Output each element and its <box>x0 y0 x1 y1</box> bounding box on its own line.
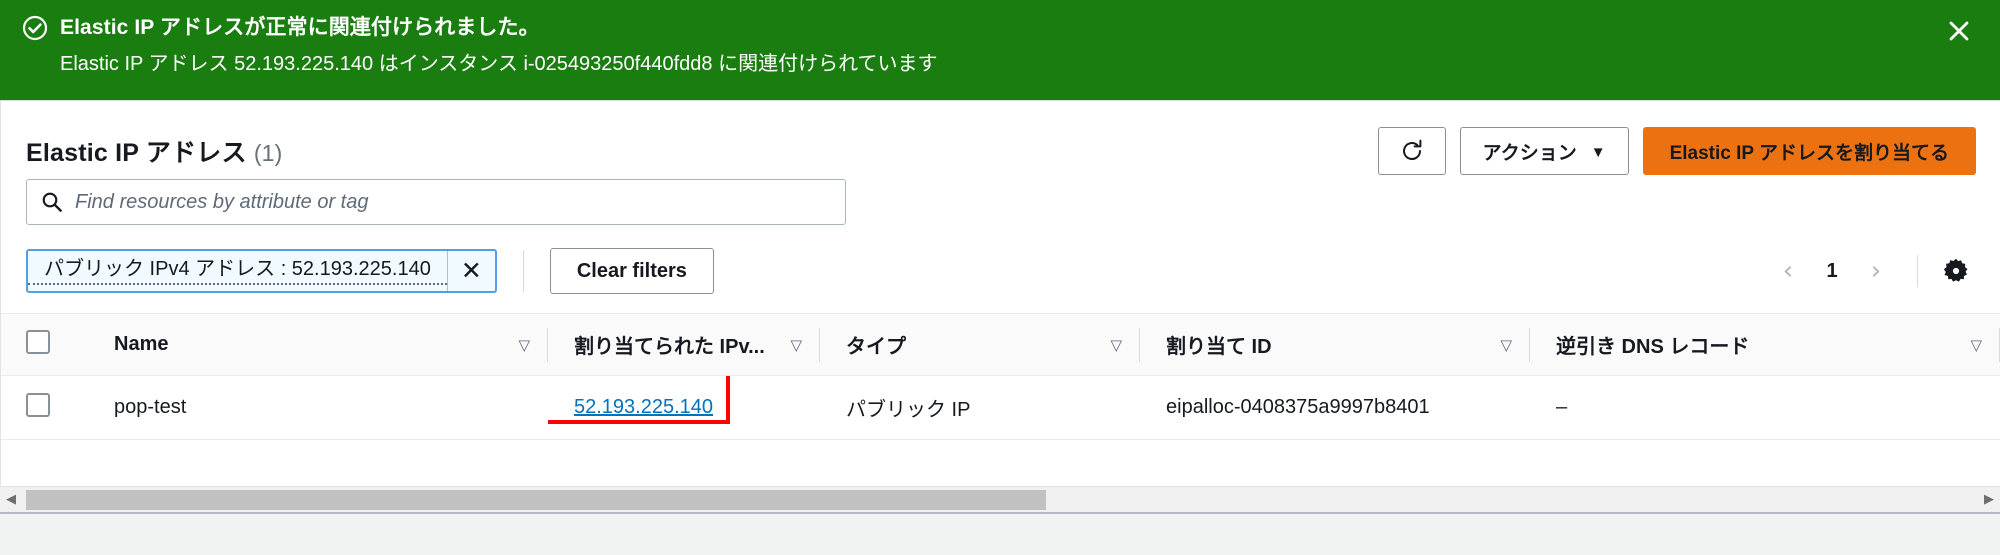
sort-icon[interactable]: ▽ <box>518 336 530 354</box>
search-icon <box>41 191 63 213</box>
cell-name: pop-test <box>88 375 548 440</box>
resource-count: (1) <box>253 140 283 166</box>
column-header-allocation-id[interactable]: 割り当て ID ▽ <box>1140 314 1530 376</box>
refresh-icon <box>1399 138 1425 164</box>
column-label: タイプ <box>846 336 906 358</box>
filter-token-label: パブリック IPv4 アドレス : 52.193.225.140 <box>28 255 447 285</box>
close-icon[interactable] <box>1942 14 1976 48</box>
success-banner: Elastic IP アドレスが正常に関連付けられました。 Elastic IP… <box>0 0 2000 100</box>
column-label: 割り当てられた IPv... <box>574 336 765 358</box>
table-header-row: Name ▽ 割り当てられた IPv... ▽ タイプ ▽ 割り当て ID ▽ … <box>0 313 2000 376</box>
cell-allocated-ipv4: 52.193.225.140 <box>548 375 820 440</box>
elastic-ip-table: Name ▽ 割り当てられた IPv... ▽ タイプ ▽ 割り当て ID ▽ … <box>0 313 2000 440</box>
actions-label: アクション <box>1482 142 1577 164</box>
search-input[interactable] <box>75 190 775 214</box>
scrollbar-thumb[interactable] <box>26 489 1046 510</box>
cell-reverse-dns: – <box>1530 375 2000 440</box>
sort-icon[interactable]: ▽ <box>1110 336 1122 354</box>
pagination: ‹ 1 › <box>1765 249 1976 293</box>
header-actions: アクション ▼ Elastic IP アドレスを割り当てる <box>1377 127 1976 175</box>
allocate-elastic-ip-button[interactable]: Elastic IP アドレスを割り当てる <box>1642 127 1976 175</box>
refresh-button[interactable] <box>1377 127 1446 175</box>
sort-icon[interactable]: ▽ <box>1970 336 1982 354</box>
select-all-header <box>0 314 88 376</box>
chevron-down-icon: ▼ <box>1590 143 1606 161</box>
pagination-next-icon[interactable]: › <box>1853 249 1899 293</box>
divider <box>1917 255 1918 287</box>
search-box[interactable] <box>26 179 846 225</box>
page-title: Elastic IP アドレス (1) <box>26 133 283 169</box>
circle-check-icon <box>22 15 48 41</box>
column-header-type[interactable]: タイプ ▽ <box>820 314 1140 376</box>
gear-icon[interactable] <box>1936 251 1976 291</box>
elastic-ip-link[interactable]: 52.193.225.140 <box>574 396 713 418</box>
select-all-checkbox[interactable] <box>26 329 50 354</box>
page-title-text: Elastic IP アドレス <box>26 139 247 167</box>
clear-filters-button[interactable]: Clear filters <box>549 248 714 294</box>
filter-token-row: パブリック IPv4 アドレス : 52.193.225.140 ✕ Clear… <box>26 247 1976 295</box>
elastic-ip-panel: Elastic IP アドレス (1) アクション ▼ Elastic IP ア… <box>0 100 2000 555</box>
panel-header: Elastic IP アドレス (1) アクション ▼ Elastic IP ア… <box>0 101 2000 179</box>
column-label: Name <box>114 333 169 355</box>
bottom-strip <box>0 512 2000 555</box>
divider <box>522 250 524 292</box>
sort-icon[interactable]: ▽ <box>790 336 802 354</box>
column-header-reverse-dns[interactable]: 逆引き DNS レコード ▽ <box>1530 314 2000 376</box>
column-label: 割り当て ID <box>1166 336 1272 358</box>
filter-token[interactable]: パブリック IPv4 アドレス : 52.193.225.140 ✕ <box>26 249 497 293</box>
row-checkbox[interactable] <box>26 392 50 417</box>
cell-type: パブリック IP <box>820 375 1140 440</box>
banner-detail: Elastic IP アドレス 52.193.225.140 はインスタンス i… <box>60 53 938 75</box>
row-select-cell <box>0 375 88 440</box>
sort-icon[interactable]: ▽ <box>1500 336 1512 354</box>
cell-allocation-id: eipalloc-0408375a9997b8401 <box>1140 375 1530 440</box>
pagination-prev-icon[interactable]: ‹ <box>1765 249 1811 293</box>
scrollbar-track[interactable] <box>22 487 1978 513</box>
scroll-right-icon[interactable]: ▶ <box>1978 487 2000 513</box>
pagination-page-1[interactable]: 1 <box>1815 249 1849 293</box>
column-header-allocated-ipv4[interactable]: 割り当てられた IPv... ▽ <box>548 314 820 376</box>
scroll-left-icon[interactable]: ◀ <box>0 487 22 513</box>
actions-dropdown-button[interactable]: アクション ▼ <box>1459 127 1629 175</box>
horizontal-scrollbar[interactable]: ◀ ▶ <box>0 486 2000 512</box>
column-header-name[interactable]: Name ▽ <box>88 314 548 376</box>
column-label: 逆引き DNS レコード <box>1556 336 1750 358</box>
filter-area: パブリック IPv4 アドレス : 52.193.225.140 ✕ Clear… <box>0 179 2000 295</box>
table-row[interactable]: pop-test 52.193.225.140 パブリック IP eipallo… <box>0 375 2000 440</box>
banner-title: Elastic IP アドレスが正常に関連付けられました。 <box>60 16 540 39</box>
remove-filter-icon[interactable]: ✕ <box>446 251 495 291</box>
